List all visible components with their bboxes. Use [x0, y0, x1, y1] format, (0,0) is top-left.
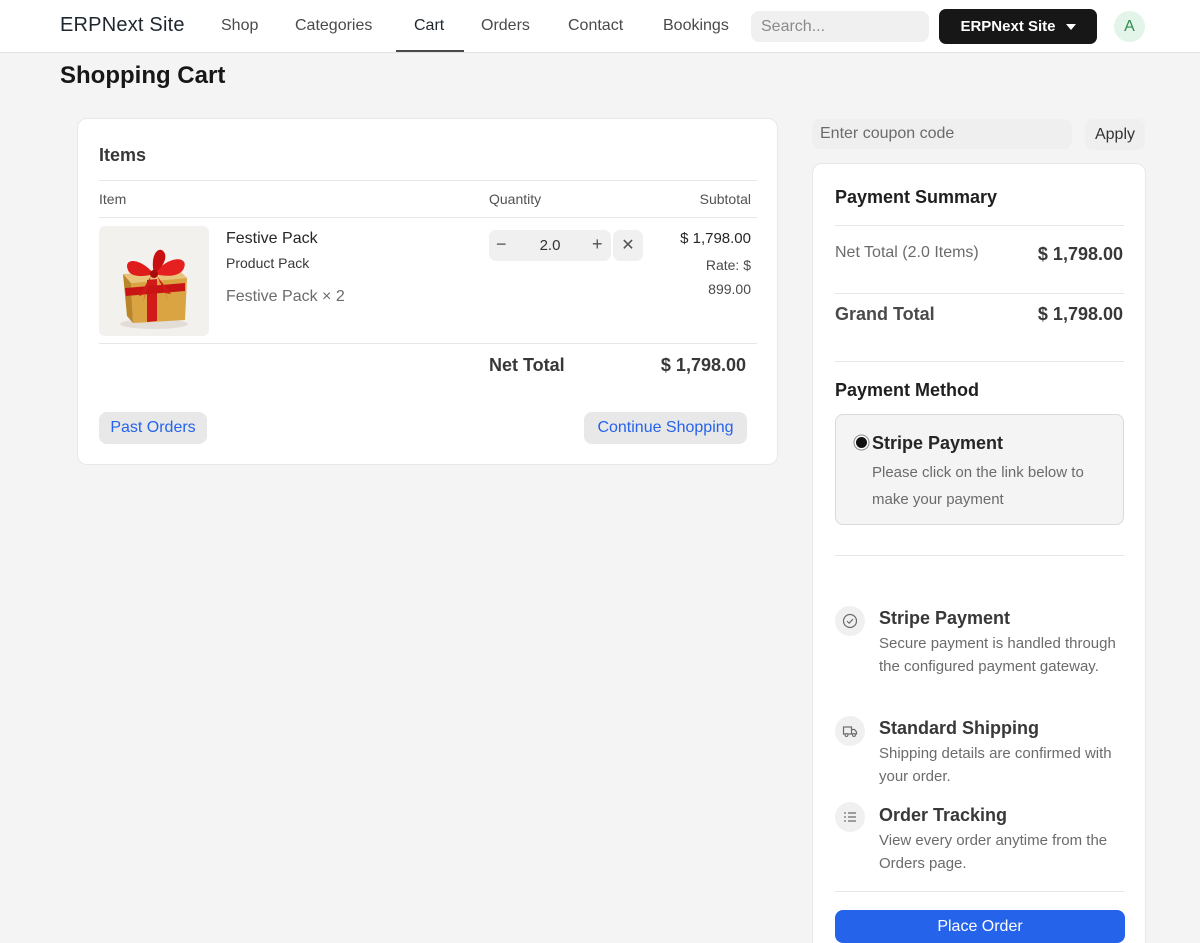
nav-link-cart[interactable]: Cart [414, 17, 444, 35]
apply-coupon-button[interactable]: Apply [1085, 119, 1145, 150]
list-icon [835, 802, 865, 832]
site-switcher-button[interactable]: ERPNext Site [939, 9, 1097, 44]
product-group: Product Pack [226, 255, 310, 271]
avatar[interactable]: A [1114, 11, 1145, 42]
item-subtotal: $ 1,798.00 [680, 230, 751, 247]
payment-summary-card: Payment Summary Net Total (2.0 Items) $ … [812, 163, 1146, 943]
feature-title: Standard Shipping [879, 718, 1039, 738]
column-header-subtotal: Subtotal [699, 191, 751, 207]
payment-option-stripe[interactable]: Stripe Payment Please click on the link … [835, 414, 1124, 525]
close-icon: ✕ [621, 237, 635, 254]
page-title: Shopping Cart [60, 62, 226, 89]
nav-link-orders[interactable]: Orders [481, 17, 530, 35]
divider [835, 225, 1124, 226]
payment-summary-title: Payment Summary [835, 187, 998, 207]
remove-item-button[interactable]: ✕ [613, 230, 643, 261]
navbar: ERPNext Site Shop Categories Cart Orders… [0, 0, 1200, 53]
grand-total-value: $ 1,798.00 [1037, 304, 1123, 324]
minus-icon[interactable]: − [496, 234, 507, 255]
divider [835, 361, 1124, 362]
divider [835, 555, 1124, 556]
site-switcher-label: ERPNext Site [960, 18, 1056, 35]
check-circle-icon [835, 606, 865, 636]
nav-link-bookings[interactable]: Bookings [663, 17, 729, 35]
coupon-input[interactable] [812, 119, 1072, 149]
continue-shopping-button[interactable]: Continue Shopping [584, 412, 747, 444]
divider [835, 891, 1124, 892]
divider [835, 293, 1124, 294]
payment-option-name: Stripe Payment [872, 433, 1004, 453]
quantity-stepper: − 2.0 + [489, 230, 611, 261]
search-input[interactable] [751, 11, 929, 42]
past-orders-button[interactable]: Past Orders [99, 412, 207, 444]
items-title: Items [99, 145, 147, 165]
feature-description: Secure payment is handled through the co… [879, 635, 1116, 675]
nav-link-shop[interactable]: Shop [221, 17, 258, 35]
place-order-button[interactable]: Place Order [835, 910, 1125, 943]
net-total-value: $ 1,798.00 [660, 355, 746, 375]
net-total-label: Net Total [489, 355, 565, 375]
quantity-value[interactable]: 2.0 [525, 237, 575, 254]
caret-down-icon [1065, 23, 1076, 30]
nav-link-contact[interactable]: Contact [568, 17, 623, 35]
payment-method-title: Payment Method [835, 380, 980, 400]
cart-items-card: Items Item Quantity Subtotal Festive Pac… [77, 118, 778, 465]
payment-option-description: Please click on the link below to make y… [872, 464, 1084, 508]
truck-icon [835, 716, 865, 746]
feature-description: Shipping details are confirmed with your… [879, 745, 1112, 785]
radio-selected-icon[interactable] [856, 437, 867, 448]
grand-total-label: Grand Total [835, 304, 935, 324]
nav-link-categories[interactable]: Categories [295, 17, 372, 35]
plus-icon[interactable]: + [592, 234, 603, 255]
gift-box-icon[interactable] [99, 226, 209, 336]
feature-title: Stripe Payment [879, 608, 1011, 628]
product-name[interactable]: Festive Pack [226, 230, 318, 248]
active-tab-indicator [396, 50, 464, 52]
column-header-item: Item [99, 191, 127, 207]
divider [99, 217, 757, 218]
summary-net-total-value: $ 1,798.00 [1037, 244, 1123, 264]
feature-title: Order Tracking [879, 805, 1008, 825]
item-rate: Rate: $ 899.00 [705, 257, 751, 297]
product-description: Festive Pack × 2 [226, 288, 345, 305]
divider [99, 343, 757, 344]
column-header-quantity: Quantity [489, 191, 542, 207]
brand-logo[interactable]: ERPNext Site [60, 14, 185, 37]
feature-description: View every order anytime from the Orders… [879, 832, 1108, 872]
summary-net-total-label: Net Total (2.0 Items) [835, 244, 979, 261]
divider [99, 180, 757, 181]
